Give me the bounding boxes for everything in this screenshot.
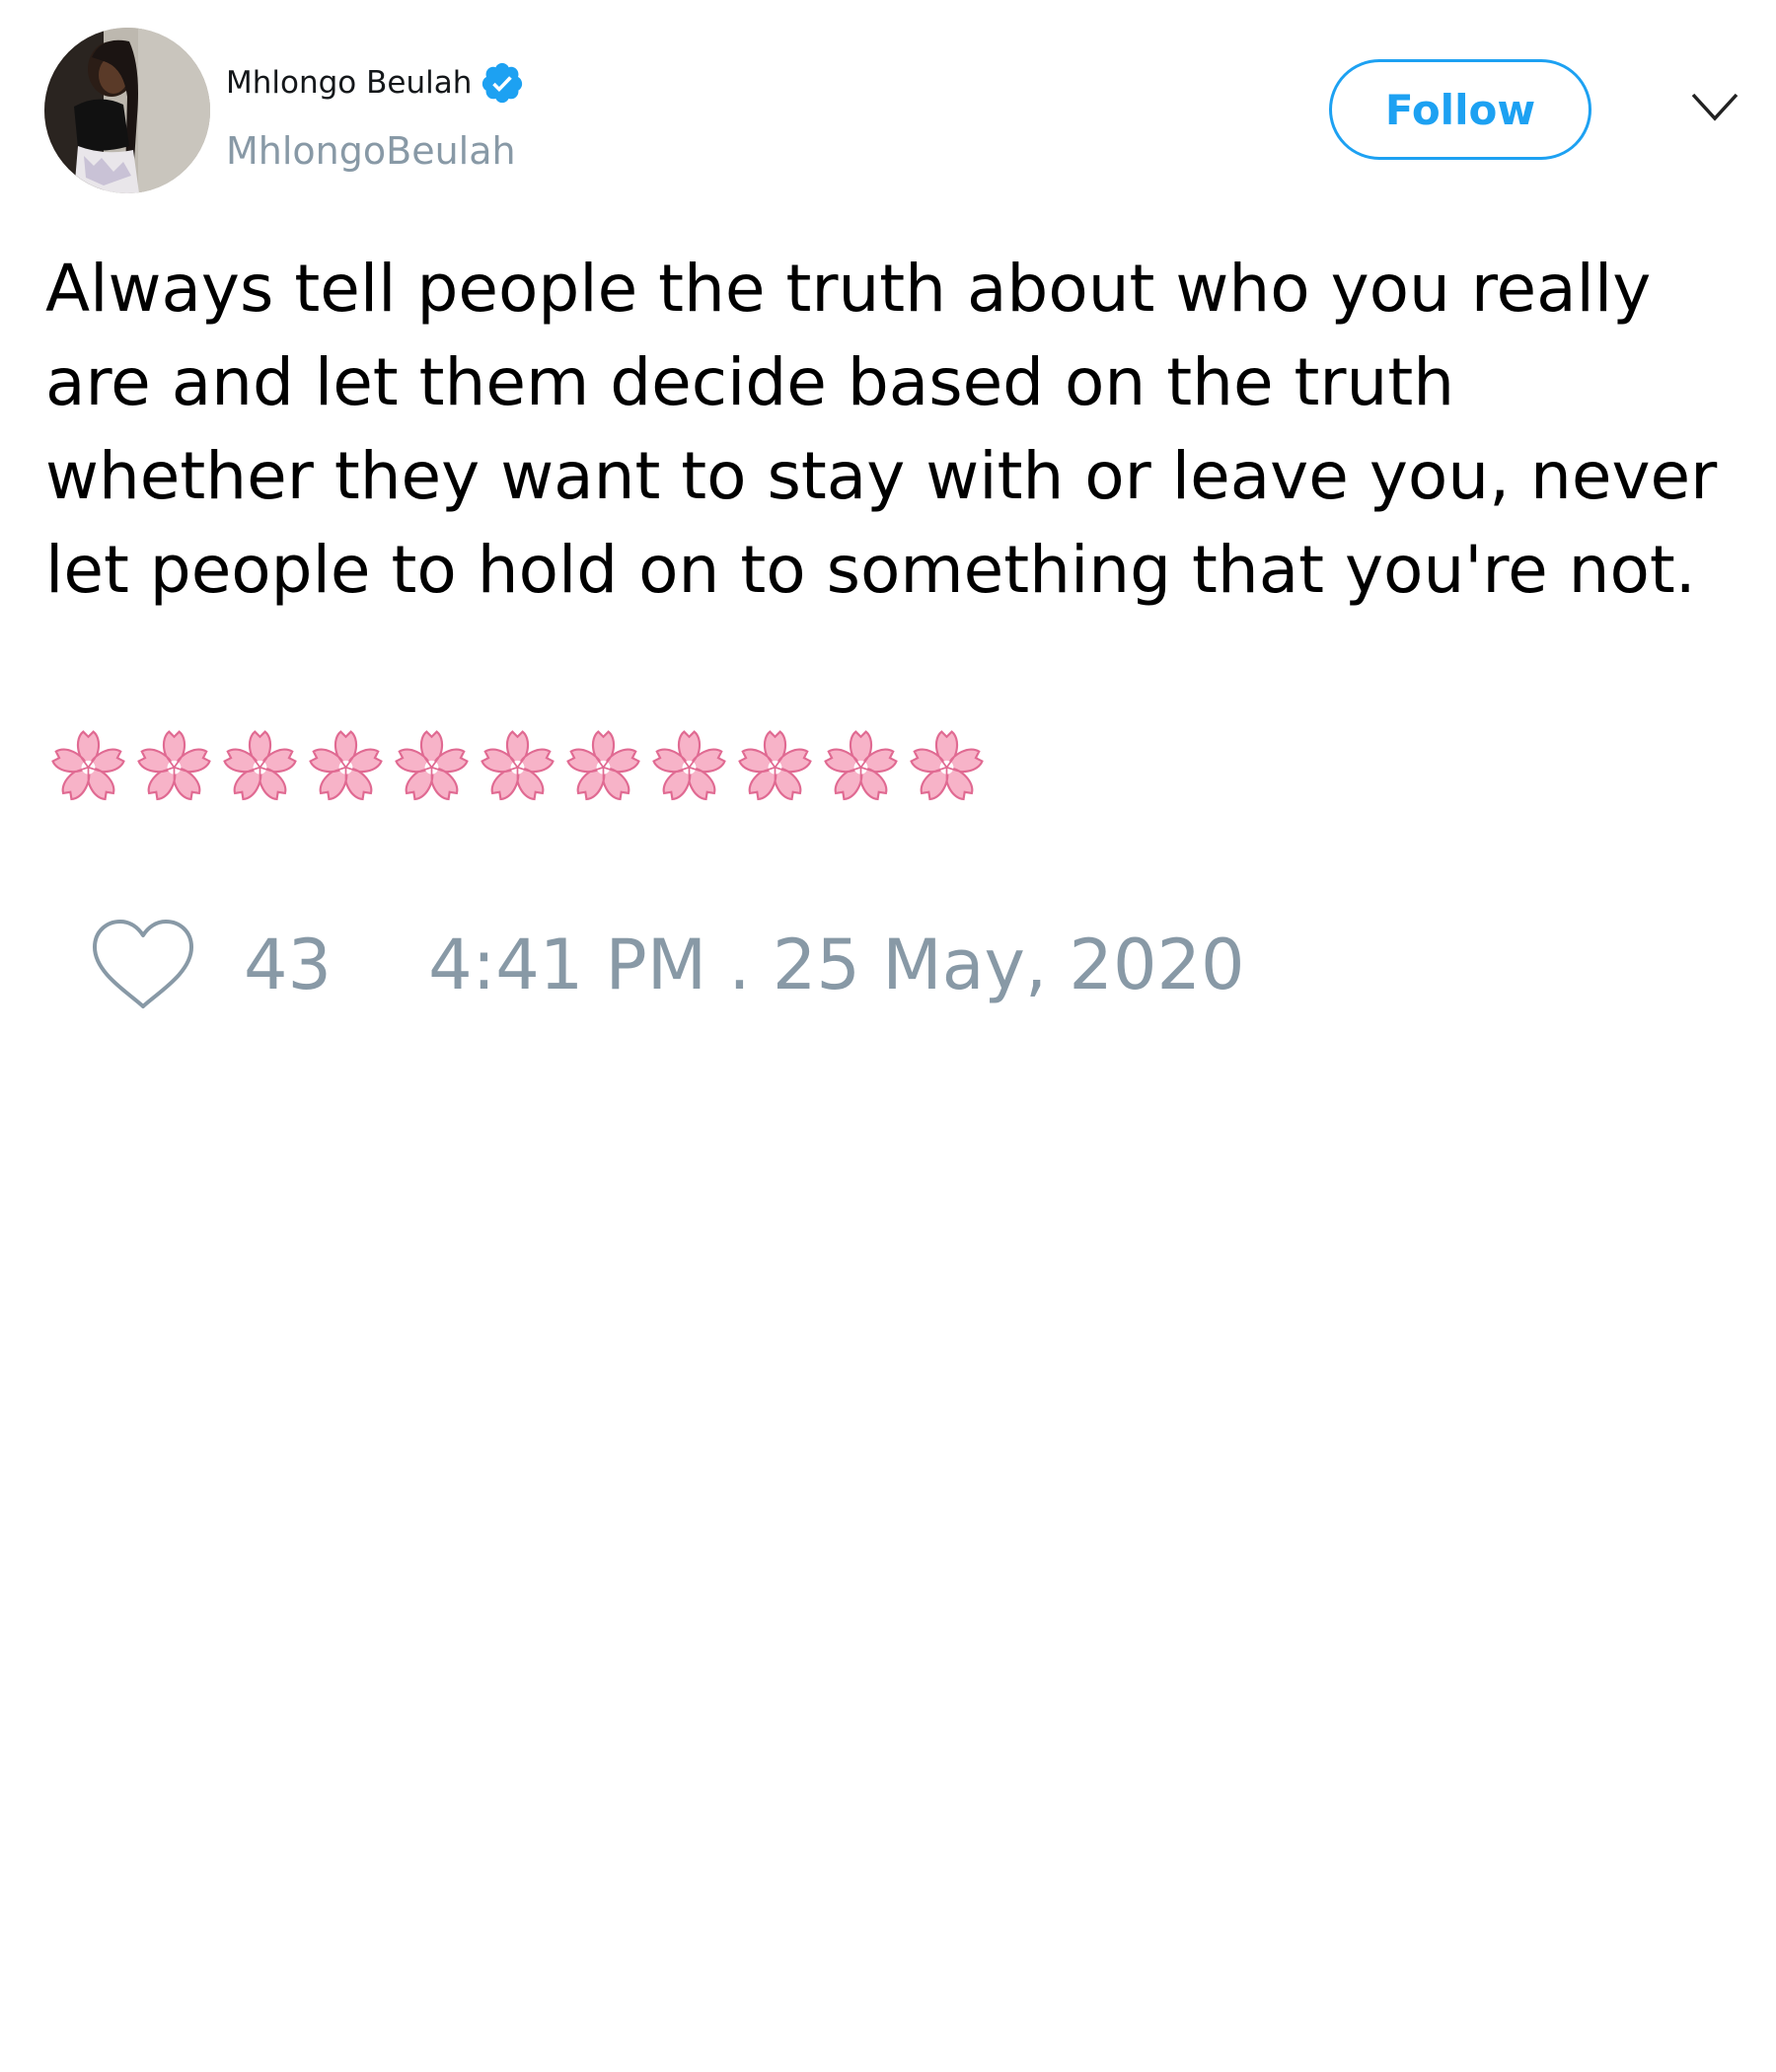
cherry-blossom-icon	[475, 723, 560, 808]
tweet-footer: 43 4:41 PM . 25 May, 2020	[89, 916, 1245, 1014]
avatar[interactable]	[44, 28, 210, 193]
follow-button[interactable]: Follow	[1329, 59, 1591, 160]
cherry-blossom-icon	[818, 723, 904, 808]
cherry-blossom-icon	[646, 723, 732, 808]
cherry-blossom-icon	[904, 723, 990, 808]
heart-icon[interactable]	[89, 916, 197, 1014]
cherry-blossom-icon	[560, 723, 646, 808]
tweet-card: Mhlongo Beulah MhlongoBeulah Follow Alwa…	[0, 0, 1776, 2072]
cherry-blossom-icon	[131, 723, 217, 808]
tweet-text: Always tell people the truth about who y…	[45, 251, 1739, 608]
verified-badge-icon	[480, 60, 525, 106]
author-handle[interactable]: MhlongoBeulah	[226, 126, 516, 176]
cherry-blossom-icon	[389, 723, 475, 808]
cherry-blossom-icon	[45, 723, 131, 808]
cherry-blossom-icon	[217, 723, 303, 808]
author-name-row: Mhlongo Beulah	[226, 61, 525, 105]
like-count[interactable]: 43	[244, 925, 332, 1005]
emoji-row	[45, 723, 990, 808]
chevron-down-icon[interactable]	[1690, 91, 1739, 124]
timestamp[interactable]: 4:41 PM . 25 May, 2020	[428, 925, 1245, 1005]
display-name[interactable]: Mhlongo Beulah	[226, 61, 472, 105]
cherry-blossom-icon	[303, 723, 389, 808]
cherry-blossom-icon	[732, 723, 818, 808]
